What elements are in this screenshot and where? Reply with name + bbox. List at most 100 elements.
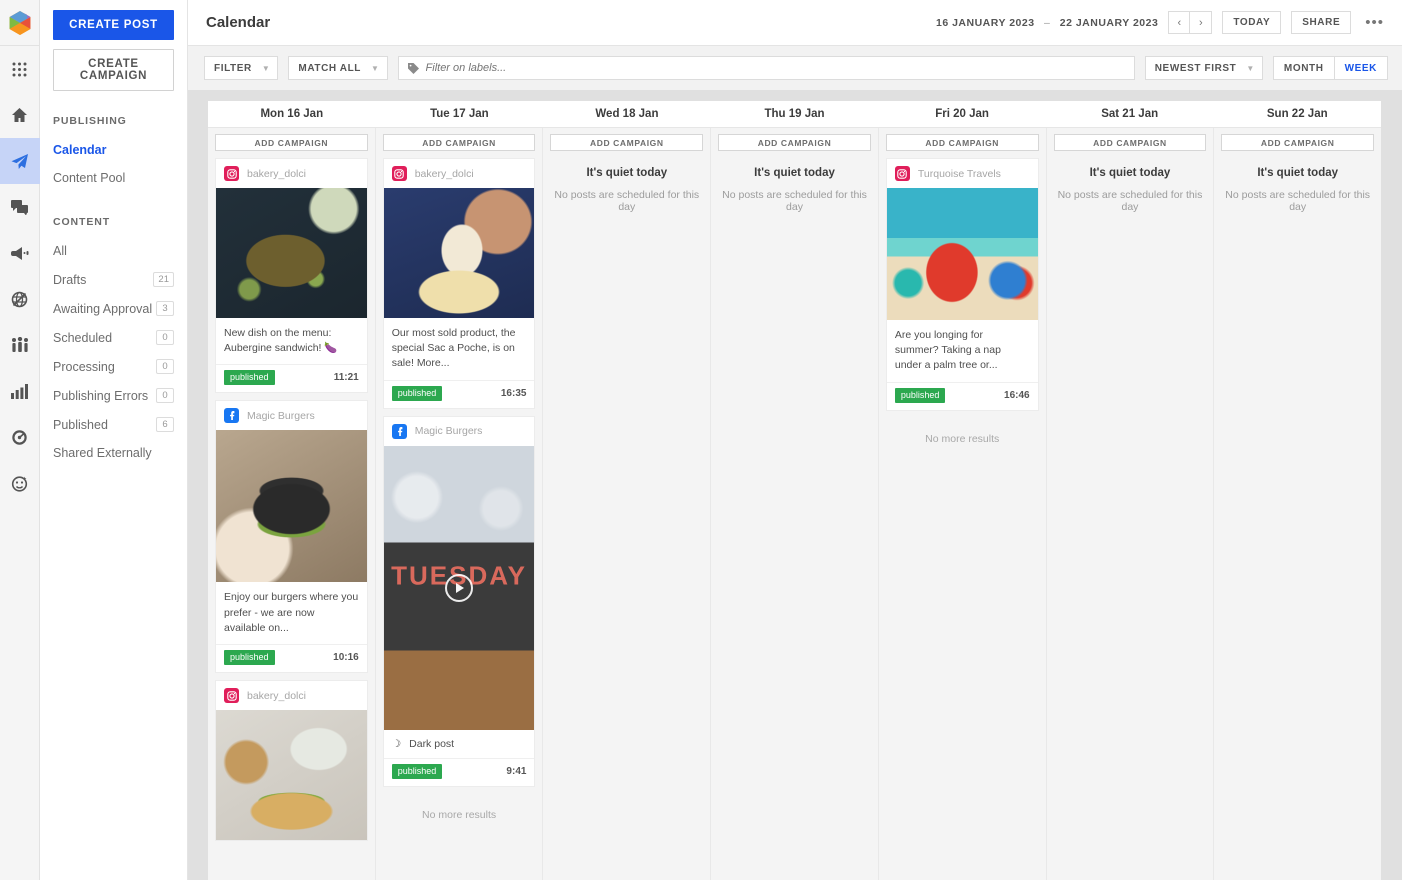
post-card[interactable]: bakery_dolci Our most sold product, the s…: [382, 158, 536, 409]
rail-item-listening[interactable]: [0, 276, 40, 322]
post-text: Enjoy our burgers where you prefer - we …: [224, 591, 359, 634]
empty-day-subtitle: No posts are scheduled for this day: [1225, 189, 1371, 213]
post-time: 11:21: [333, 372, 359, 384]
sidebar-item-label: Calendar: [53, 143, 107, 157]
sidebar-item-all[interactable]: All: [53, 237, 174, 265]
post-header: Turquoise Travels: [887, 159, 1038, 188]
post-card[interactable]: bakery_dolci New dish on the menu: Auberg…: [215, 158, 368, 394]
sidebar-item-count: 6: [156, 417, 174, 432]
labels-filter-field[interactable]: [397, 56, 1135, 80]
post-card[interactable]: Magic Burgers TUESDAY ☽ Dark post published 9…: [382, 415, 536, 787]
dark-post-label: Dark post: [409, 737, 455, 750]
post-channel-name: bakery_dolci: [247, 167, 306, 180]
icon-rail: [0, 0, 40, 880]
empty-day-title: It's quiet today: [1257, 167, 1339, 179]
calendar-day-column: ADD CAMPAIGN bakery_dolci New dish on the …: [208, 128, 376, 880]
sidebar-item-publishing-errors[interactable]: Publishing Errors 0: [53, 381, 174, 410]
calendar-day-header: Fri 20 Jan: [935, 108, 989, 120]
post-card[interactable]: Turquoise Travels Are you longing for sum…: [885, 158, 1039, 411]
filter-dropdown[interactable]: FILTER ▼: [204, 56, 279, 80]
add-campaign-button[interactable]: ADD CAMPAIGN: [1053, 134, 1207, 151]
post-header: Magic Burgers: [216, 401, 367, 430]
date-range-to: 22 JANUARY 2023: [1059, 16, 1159, 29]
sidebar-section-title: PUBLISHING: [53, 115, 127, 127]
calendar-day-column: ADD CAMPAIGN It's quiet today No posts are…: [711, 128, 879, 880]
add-campaign-button[interactable]: ADD CAMPAIGN: [1221, 134, 1375, 151]
match-all-dropdown[interactable]: MATCH ALL ▼: [288, 56, 388, 80]
post-media[interactable]: [886, 188, 1038, 320]
add-campaign-button[interactable]: ADD CAMPAIGN: [550, 134, 704, 151]
sidebar-item-scheduled[interactable]: Scheduled 0: [53, 323, 174, 352]
sidebar-item-awaiting-approval[interactable]: Awaiting Approval 3: [53, 294, 174, 323]
add-campaign-button[interactable]: ADD CAMPAIGN: [382, 134, 536, 151]
no-more-results-label: No more results: [925, 432, 1000, 445]
calendar-day-header: Thu 19 Jan: [764, 108, 825, 120]
post-channel-name: Magic Burgers: [414, 425, 483, 438]
calendar-day-header: Sat 21 Jan: [1101, 108, 1159, 120]
rail-item-dashboard[interactable]: [0, 414, 40, 460]
post-media[interactable]: [216, 710, 367, 841]
apps-grid-icon: [12, 62, 27, 76]
facebook-icon: [391, 423, 407, 439]
status-badge: published: [224, 370, 275, 386]
more-options-button[interactable]: •••: [1361, 14, 1388, 31]
search-input[interactable]: [425, 62, 1125, 74]
sidebar-item-content-pool[interactable]: Content Pool: [53, 164, 174, 192]
create-post-button[interactable]: CREATE POST: [53, 10, 174, 40]
post-card[interactable]: bakery_dolci: [215, 680, 368, 842]
chevron-down-icon: ▼: [1246, 63, 1255, 73]
post-channel-name: Turquoise Travels: [917, 167, 1001, 180]
date-range-dash: –: [1043, 16, 1051, 29]
sidebar-item-drafts[interactable]: Drafts 21: [53, 265, 174, 294]
tab-month-view[interactable]: MONTH: [1272, 56, 1335, 80]
sidebar-item-count: 21: [153, 272, 174, 287]
top-bar: Calendar 16 JANUARY 2023 – 22 JANUARY 20…: [188, 0, 1402, 46]
app-logo[interactable]: [0, 0, 39, 46]
play-button-icon[interactable]: [445, 573, 474, 602]
post-time: 16:35: [500, 387, 527, 399]
status-badge: published: [391, 385, 443, 401]
add-campaign-button[interactable]: ADD CAMPAIGN: [718, 134, 871, 151]
status-badge: published: [894, 387, 946, 403]
profile-avatar-icon: [11, 475, 28, 492]
sidebar-item-published[interactable]: Published 6: [53, 410, 174, 439]
post-card[interactable]: Magic Burgers Enjoy our burgers where you…: [215, 400, 368, 674]
rail-item-publish[interactable]: [0, 138, 40, 184]
rail-item-audience[interactable]: [0, 322, 40, 368]
calendar-day-column: ADD CAMPAIGN Turquoise Travels Are you lon…: [878, 128, 1047, 880]
empty-day-subtitle: No posts are scheduled for this day: [722, 189, 867, 213]
sidebar-item-calendar[interactable]: Calendar: [53, 136, 174, 164]
sidebar-item-processing[interactable]: Processing 0: [53, 352, 174, 381]
add-campaign-button[interactable]: ADD CAMPAIGN: [215, 134, 368, 151]
today-button[interactable]: TODAY: [1222, 11, 1282, 34]
calendar-day-header: Tue 17 Jan: [430, 108, 489, 120]
post-media[interactable]: [216, 188, 367, 318]
create-campaign-button[interactable]: CREATE CAMPAIGN: [53, 49, 174, 91]
page-title: Calendar: [206, 14, 271, 31]
rail-item-analytics[interactable]: [0, 368, 40, 414]
date-range-from: 16 JANUARY 2023: [936, 16, 1035, 29]
post-media[interactable]: [383, 188, 535, 318]
prev-week-button[interactable]: ‹: [1168, 11, 1191, 34]
post-media[interactable]: [216, 430, 367, 583]
calendar-day-header: Sun 22 Jan: [1266, 108, 1328, 120]
rail-item-conversations[interactable]: [0, 184, 40, 230]
sidebar-item-count: 0: [156, 359, 174, 374]
rail-item-apps[interactable]: [0, 46, 40, 92]
sidebar-section-title: CONTENT: [53, 216, 111, 228]
next-week-button[interactable]: ›: [1190, 11, 1213, 34]
add-campaign-button[interactable]: ADD CAMPAIGN: [885, 134, 1039, 151]
tab-week-view[interactable]: WEEK: [1334, 56, 1388, 80]
empty-day-title: It's quiet today: [586, 167, 668, 179]
share-button[interactable]: SHARE: [1291, 11, 1352, 34]
post-header: Magic Burgers: [384, 417, 535, 446]
post-channel-name: bakery_dolci: [247, 689, 306, 702]
sort-dropdown[interactable]: NEWEST FIRST ▼: [1144, 56, 1263, 80]
rail-item-campaigns[interactable]: [0, 230, 40, 276]
post-channel-name: Magic Burgers: [247, 409, 315, 422]
post-media[interactable]: TUESDAY: [383, 445, 535, 730]
sidebar-item-shared-externally[interactable]: Shared Externally: [53, 439, 174, 467]
sidebar-item-label: Published: [53, 417, 108, 432]
rail-item-profile[interactable]: [0, 460, 40, 506]
rail-item-home[interactable]: [0, 92, 40, 138]
